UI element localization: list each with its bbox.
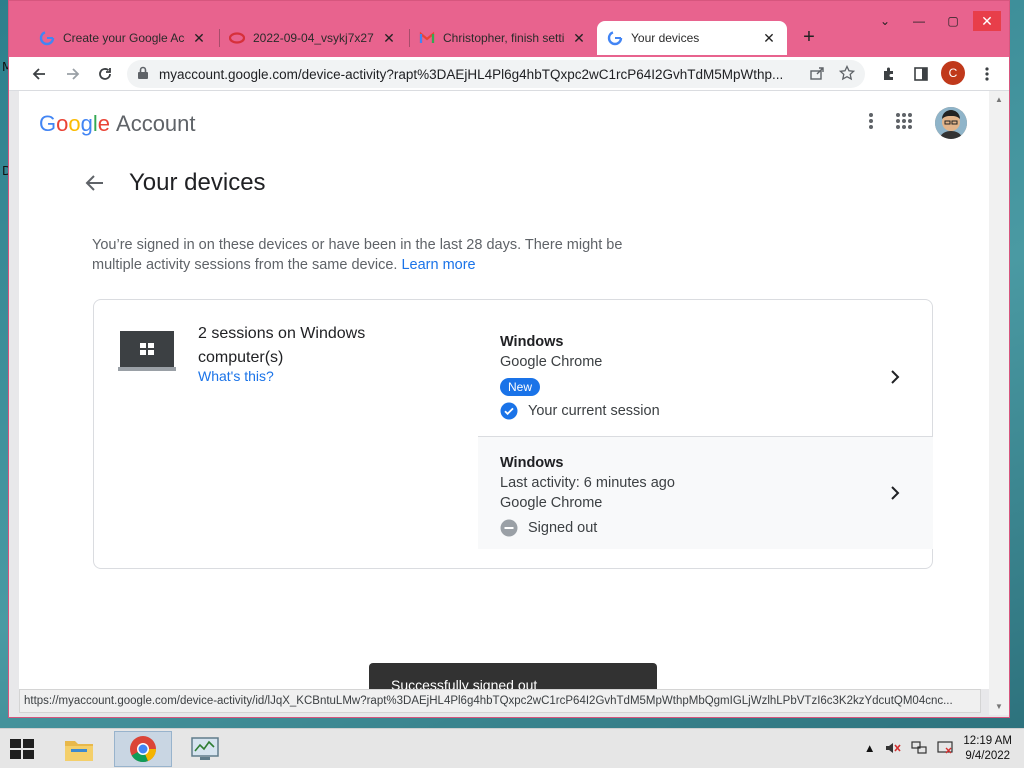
windows-start-icon[interactable] (8, 737, 38, 761)
clock[interactable]: 12:19 AM 9/4/2022 (963, 734, 1012, 764)
extensions-icon[interactable] (877, 62, 901, 86)
profile-avatar-button[interactable]: C (941, 61, 965, 85)
account-avatar[interactable] (935, 107, 967, 139)
tab-title: Create your Google Acc (63, 31, 185, 45)
tab-title: Christopher, finish setti (443, 31, 565, 45)
chevron-down-icon[interactable]: ⌄ (871, 11, 899, 31)
clock-date: 9/4/2022 (965, 750, 1011, 762)
snackbar: Successfully signed out (369, 663, 657, 689)
taskbar: ▲ 12:19 AM 9/4/2022 (0, 728, 1024, 768)
volume-muted-icon[interactable] (885, 741, 902, 758)
session-browser: Google Chrome (500, 354, 603, 370)
url-text: myaccount.google.com/device-activity?rap… (159, 66, 784, 82)
tab-screenshot-file[interactable]: 2022-09-04_vsykj7x27 | ✕ (219, 21, 407, 55)
minimize-icon[interactable]: — (905, 11, 933, 31)
clock-time: 12:19 AM (963, 735, 1012, 747)
scroll-down-icon[interactable]: ▼ (995, 702, 1003, 711)
tab-title: 2022-09-04_vsykj7x27 | (253, 31, 375, 45)
google-account-logo[interactable]: Google Account (39, 111, 196, 137)
close-tab-icon[interactable]: ✕ (571, 30, 587, 46)
page-content: Google Account Your devices You’re signe… (19, 91, 989, 689)
google-g-icon (607, 30, 623, 46)
browser-window: Create your Google Acc ✕ 2022-09-04_vsyk… (8, 0, 1010, 718)
tab-create-google-account[interactable]: Create your Google Acc ✕ (29, 21, 217, 55)
session-last-activity: Last activity: 6 minutes ago (500, 475, 675, 491)
system-tray: ▲ 12:19 AM 9/4/2022 (864, 729, 1012, 768)
session-status-text: Your current session (528, 403, 660, 419)
session-os: Windows (500, 455, 564, 471)
scroll-up-icon[interactable]: ▲ (995, 95, 1003, 104)
session-browser: Google Chrome (500, 495, 603, 511)
apps-grid-icon[interactable] (895, 112, 913, 135)
reload-button[interactable] (93, 62, 117, 86)
page-scrollbar[interactable]: ▲ ▼ (989, 91, 1009, 715)
file-explorer-icon[interactable] (50, 731, 108, 767)
share-icon[interactable] (809, 65, 825, 84)
address-bar[interactable]: myaccount.google.com/device-activity?rap… (127, 60, 865, 88)
google-g-icon (39, 30, 55, 46)
back-button[interactable] (27, 62, 51, 86)
browser-toolbar: myaccount.google.com/device-activity?rap… (9, 57, 1009, 91)
chevron-right-icon[interactable] (885, 367, 905, 387)
close-tab-icon[interactable]: ✕ (191, 30, 207, 46)
chevron-up-icon[interactable]: ▲ (864, 743, 875, 755)
laptop-icon (118, 330, 176, 372)
red-swirl-icon (229, 30, 245, 46)
back-arrow-icon[interactable] (83, 171, 107, 195)
task-manager-icon[interactable] (176, 731, 234, 767)
new-badge: New (500, 378, 541, 396)
tab-strip: Create your Google Acc ✕ 2022-09-04_vsyk… (9, 1, 1009, 57)
close-window-icon[interactable]: ✕ (973, 11, 1001, 31)
intro-text: You’re signed in on these devices or hav… (92, 235, 652, 275)
account-wordmark: Account (116, 111, 196, 136)
intro-description: You’re signed in on these devices or hav… (92, 237, 623, 273)
learn-more-link[interactable]: Learn more (401, 257, 475, 273)
more-menu-icon[interactable] (975, 62, 999, 86)
session-os: Windows (500, 334, 564, 350)
close-tab-icon[interactable]: ✕ (761, 30, 777, 46)
session-status: Signed out (500, 519, 933, 537)
chevron-right-icon[interactable] (885, 483, 905, 503)
session-status-text: Signed out (528, 520, 598, 536)
new-tab-button[interactable]: + (797, 26, 821, 50)
window-controls: ⌄ — ▢ ✕ (871, 11, 1001, 31)
page-title: Your devices (129, 169, 266, 196)
device-card: 2 sessions on Windows computer(s) What's… (93, 299, 933, 569)
session-row-signed-out[interactable]: Windows Last activity: 6 minutes ago Goo… (478, 436, 933, 549)
header-actions (869, 107, 967, 139)
tab-gmail[interactable]: Christopher, finish setti ✕ (409, 21, 597, 55)
link-status-bar: https://myaccount.google.com/device-acti… (19, 689, 981, 713)
network-icon[interactable] (911, 740, 928, 758)
tab-your-devices[interactable]: Your devices ✕ (597, 21, 787, 55)
action-center-icon[interactable] (937, 740, 954, 758)
side-panel-icon[interactable] (909, 62, 933, 86)
maximize-icon[interactable]: ▢ (939, 11, 967, 31)
session-row-current[interactable]: Windows Google Chrome New Your current s… (478, 318, 933, 436)
close-tab-icon[interactable]: ✕ (381, 30, 397, 46)
tab-title: Your devices (631, 31, 700, 45)
minus-circle-icon (500, 519, 518, 537)
gmail-icon (419, 30, 435, 46)
whats-this-link[interactable]: What's this? (198, 368, 274, 384)
chrome-taskbar-icon[interactable] (114, 731, 172, 767)
forward-button[interactable] (61, 62, 85, 86)
google-wordmark: Google (39, 111, 111, 136)
session-status: Your current session (500, 402, 933, 420)
lock-icon[interactable] (137, 66, 149, 83)
more-options-icon[interactable] (869, 112, 873, 135)
device-group-title: 2 sessions on Windows computer(s) (198, 325, 366, 366)
bookmark-star-icon[interactable] (838, 64, 856, 84)
check-circle-icon (500, 402, 518, 420)
